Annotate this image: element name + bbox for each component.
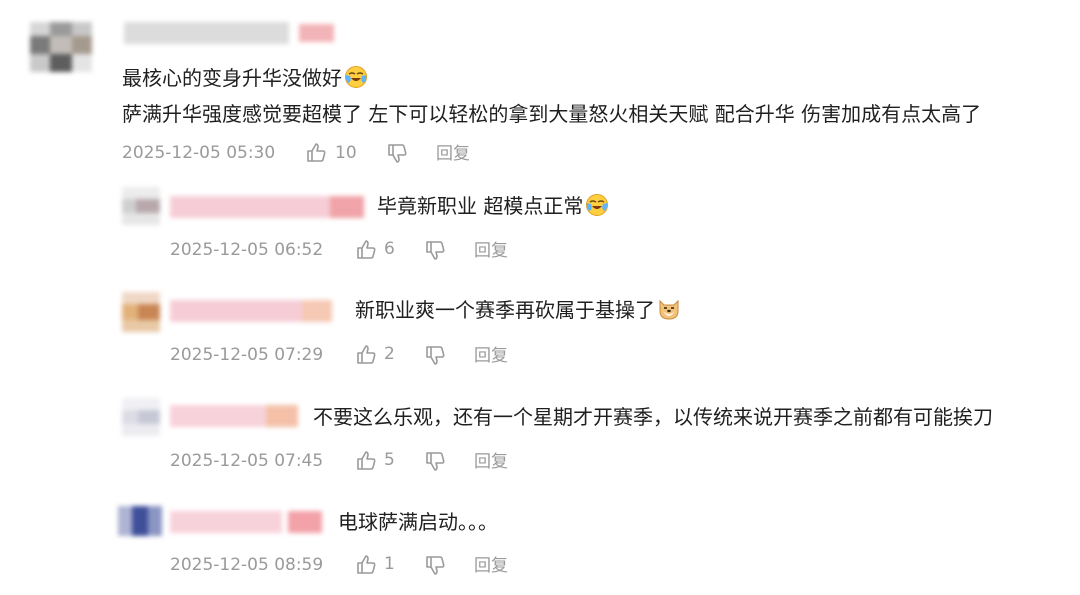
- timestamp: 2025-12-05 07:45: [170, 451, 324, 471]
- thumbs-down-icon: [426, 241, 445, 260]
- like-count: 6: [384, 239, 395, 259]
- reply-text: 毕竟新职业 超模点正常: [377, 192, 609, 220]
- thumbs-down-icon: [426, 452, 445, 471]
- reply-button[interactable]: 回复: [474, 451, 508, 473]
- timestamp: 2025-12-05 05:30: [122, 143, 276, 163]
- like-count: 1: [384, 554, 395, 574]
- timestamp: 2025-12-05 07:29: [170, 345, 324, 365]
- crying-laugh-emoji: [586, 194, 609, 216]
- timestamp: 2025-12-05 06:52: [170, 240, 324, 260]
- like-count: 2: [384, 344, 395, 364]
- thumbs-up-icon: [307, 143, 326, 162]
- avatar[interactable]: [30, 22, 92, 72]
- dislike-button[interactable]: [424, 451, 446, 477]
- avatar[interactable]: [122, 398, 160, 436]
- like-button[interactable]: [355, 553, 377, 579]
- reply-button[interactable]: 回复: [474, 345, 508, 367]
- reply-text: 电球萨满启动。。。: [338, 510, 498, 534]
- like-button[interactable]: [305, 141, 327, 167]
- dislike-button[interactable]: [424, 555, 446, 581]
- comment-text: 最核心的变身升华没做好: [122, 64, 368, 92]
- username[interactable]: [124, 22, 334, 44]
- username[interactable]: [170, 511, 322, 533]
- avatar[interactable]: [122, 292, 160, 332]
- thumbs-up-icon: [357, 555, 376, 574]
- username[interactable]: [170, 300, 332, 322]
- thumbs-down-icon: [426, 346, 445, 365]
- avatar[interactable]: [122, 187, 160, 225]
- dislike-button[interactable]: [386, 143, 408, 169]
- dislike-button[interactable]: [424, 345, 446, 371]
- like-button[interactable]: [355, 449, 377, 475]
- thumbs-down-icon: [426, 556, 445, 575]
- crying-laugh-emoji: [345, 66, 367, 88]
- username[interactable]: [170, 405, 298, 427]
- like-count: 5: [384, 450, 395, 470]
- reply-text: 新职业爽一个赛季再砍属于基操了: [355, 296, 681, 324]
- reply-text: 不要这么乐观，还有一个星期才开赛季，以传统来说开赛季之前都有可能挨刀: [313, 405, 993, 429]
- avatar[interactable]: [118, 506, 162, 536]
- thumbs-up-icon: [357, 345, 376, 364]
- thumbs-up-icon: [357, 451, 376, 470]
- thumbs-down-icon: [388, 144, 407, 163]
- reply-button[interactable]: 回复: [436, 143, 470, 165]
- timestamp: 2025-12-05 08:59: [170, 555, 324, 575]
- doge-emoji: [659, 299, 679, 320]
- like-count: 10: [335, 143, 357, 163]
- comment-text-line2: 萨满升华强度感觉要超模了 左下可以轻松的拿到大量怒火相关天赋 配合升华 伤害加成…: [122, 102, 982, 126]
- like-button[interactable]: [355, 238, 377, 264]
- dislike-button[interactable]: [424, 240, 446, 266]
- thumbs-up-icon: [357, 240, 376, 259]
- reply-button[interactable]: 回复: [474, 240, 508, 262]
- username[interactable]: [170, 196, 364, 218]
- like-button[interactable]: [355, 343, 377, 369]
- reply-button[interactable]: 回复: [474, 555, 508, 577]
